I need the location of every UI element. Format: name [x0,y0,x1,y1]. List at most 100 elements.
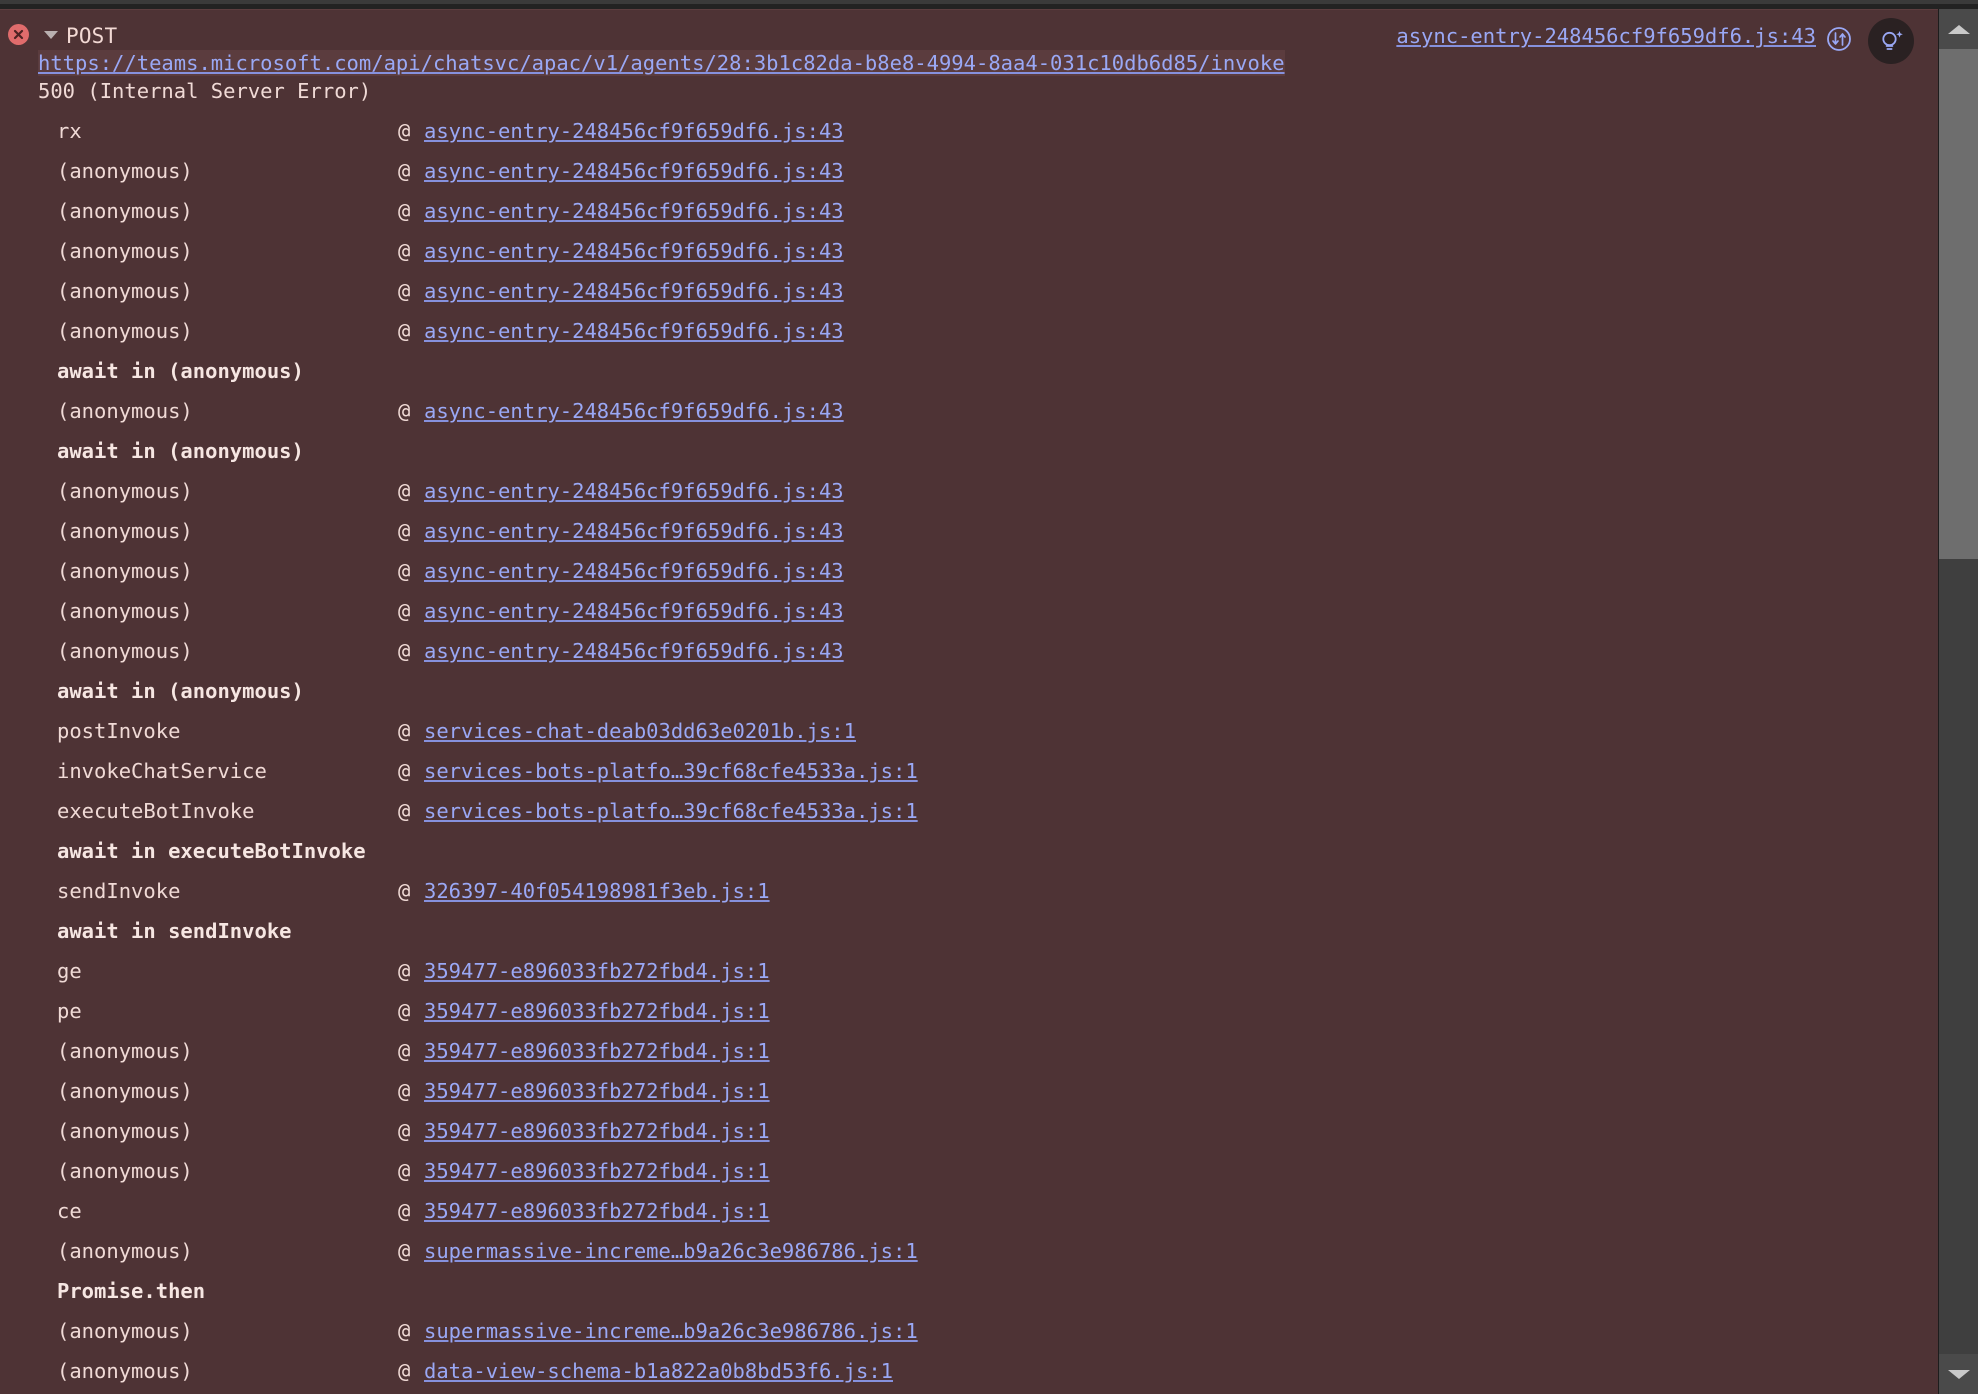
stack-frame-row: (anonymous) @ data-view-schema-b1a822a0b8b… [0,1351,1938,1391]
request-url-link[interactable]: https://teams.microsoft.com/api/chatsvc/… [38,50,1285,76]
stack-frame-source-link[interactable]: async-entry-248456cf9f659df6.js:43 [424,591,844,631]
stack-frame-source-link[interactable]: async-entry-248456cf9f659df6.js:43 [424,471,844,511]
response-status-text: 500 (Internal Server Error) [38,79,372,103]
scroll-up-arrow-icon[interactable] [1939,9,1978,49]
stack-frame-row: ge @359477-e896033fb272fbd4.js:1 [0,951,1938,991]
at-symbol: @ [398,1159,411,1183]
at-symbol: @ [398,319,411,343]
console-scrollbar[interactable] [1938,9,1978,1394]
triangle-down-icon[interactable] [44,31,58,39]
stack-frame-function: (anonymous) [57,1039,193,1063]
stack-frame-function: Promise.then [57,1279,206,1303]
stack-async-boundary: await in (anonymous) [0,431,1938,471]
stack-trace-list: rx @ async-entry-248456cf9f659df6.js:43 (an… [0,111,1938,1391]
at-symbol: @ [398,479,411,503]
stack-frame-row: (anonymous) @ async-entry-248456cf9f659df6… [0,191,1938,231]
stack-frame-source-link[interactable]: 326397-40f054198981f3eb.js:1 [424,871,770,911]
at-symbol: @ [398,1359,411,1383]
at-symbol: @ [398,1319,411,1343]
stack-frame-source-link[interactable]: 359477-e896033fb272fbd4.js:1 [424,1151,770,1191]
stack-frame-row: rx @ async-entry-248456cf9f659df6.js:43 [0,111,1938,151]
stack-frame-row: postInvoke @ services-chat-deab03dd63e0201… [0,711,1938,751]
stack-frame-row: (anonymous) @ async-entry-248456cf9f659df6… [0,311,1938,351]
error-origin-source-link[interactable]: async-entry-248456cf9f659df6.js:43 [1396,23,1816,49]
stack-frame-source-link[interactable]: async-entry-248456cf9f659df6.js:43 [424,311,844,351]
error-circle-x-icon [8,24,29,45]
stack-frame-row: (anonymous) @ async-entry-248456cf9f659df6… [0,511,1938,551]
stack-async-boundary: await in (anonymous) [0,351,1938,391]
stack-frame-source-link[interactable]: async-entry-248456cf9f659df6.js:43 [424,511,844,551]
stack-frame-source-link[interactable]: services-chat-deab03dd63e0201b.js:1 [424,711,856,751]
at-symbol: @ [398,959,411,983]
at-symbol: @ [398,1199,411,1223]
network-request-icon[interactable] [1826,26,1852,52]
stack-frame-function: (anonymous) [57,399,193,423]
stack-async-boundary: Promise.then [0,1271,1938,1311]
stack-frame-row: (anonymous) @ async-entry-248456cf9f659df6… [0,391,1938,431]
console-error-message: POST https://teams.microsoft.com/api/cha… [0,9,1938,1394]
stack-frame-function: (anonymous) [57,199,193,223]
stack-frame-function: (anonymous) [57,319,193,343]
stack-frame-function: ce [57,1199,82,1223]
stack-frame-source-link[interactable]: 359477-e896033fb272fbd4.js:1 [424,991,770,1031]
stack-frame-source-link[interactable]: data-view-schema-b1a822a0b8bd53f6.js:1 [424,1351,893,1391]
stack-frame-function: (anonymous) [57,479,193,503]
at-symbol: @ [398,759,411,783]
stack-frame-source-link[interactable]: services-bots-platfo…39cf68cfe4533a.js:1 [424,751,918,791]
stack-frame-function: await in executeBotInvoke [57,839,366,863]
stack-frame-row: (anonymous) @ async-entry-248456cf9f659df6… [0,231,1938,271]
stack-frame-row: ce @359477-e896033fb272fbd4.js:1 [0,1191,1938,1231]
at-symbol: @ [398,719,411,743]
stack-frame-source-link[interactable]: async-entry-248456cf9f659df6.js:43 [424,231,844,271]
stack-frame-function: (anonymous) [57,1319,193,1343]
ai-lightbulb-icon[interactable] [1868,18,1914,64]
stack-frame-function: (anonymous) [57,639,193,663]
stack-frame-function: (anonymous) [57,159,193,183]
stack-frame-source-link[interactable]: async-entry-248456cf9f659df6.js:43 [424,551,844,591]
stack-frame-source-link[interactable]: async-entry-248456cf9f659df6.js:43 [424,151,844,191]
stack-frame-function: await in (anonymous) [57,439,304,463]
stack-frame-row: (anonymous) @ async-entry-248456cf9f659df6… [0,591,1938,631]
stack-frame-function: sendInvoke [57,879,181,903]
stack-frame-function: (anonymous) [57,599,193,623]
stack-frame-function: ge [57,959,82,983]
stack-frame-source-link[interactable]: 359477-e896033fb272fbd4.js:1 [424,1031,770,1071]
at-symbol: @ [398,559,411,583]
stack-frame-function: await in sendInvoke [57,919,292,943]
at-symbol: @ [398,159,411,183]
stack-frame-row: pe @359477-e896033fb272fbd4.js:1 [0,991,1938,1031]
stack-frame-source-link[interactable]: 359477-e896033fb272fbd4.js:1 [424,1111,770,1151]
stack-frame-row: (anonymous) @ async-entry-248456cf9f659df6… [0,631,1938,671]
stack-frame-function: (anonymous) [57,1359,193,1383]
stack-frame-row: (anonymous) @ supermassive-increme…b9a26c3… [0,1231,1938,1271]
stack-frame-row: executeBotInvoke @ services-bots-platfo…39… [0,791,1938,831]
stack-frame-row: (anonymous) @359477-e896033fb272fbd4.js:1 [0,1071,1938,1111]
stack-frame-function: (anonymous) [57,1239,193,1263]
stack-frame-source-link[interactable]: services-bots-platfo…39cf68cfe4533a.js:1 [424,791,918,831]
stack-frame-function: (anonymous) [57,519,193,543]
stack-frame-source-link[interactable]: supermassive-increme…b9a26c3e986786.js:1 [424,1311,918,1351]
stack-async-boundary: await in executeBotInvoke [0,831,1938,871]
stack-frame-function: (anonymous) [57,1079,193,1103]
scrollbar-track[interactable] [1939,49,1978,1354]
stack-frame-row: (anonymous) @ supermassive-increme…b9a26c3… [0,1311,1938,1351]
stack-frame-source-link[interactable]: 359477-e896033fb272fbd4.js:1 [424,1071,770,1111]
devtools-console-panel: POST https://teams.microsoft.com/api/cha… [0,0,1978,1394]
stack-frame-function: (anonymous) [57,239,193,263]
stack-frame-function: invokeChatService [57,759,267,783]
at-symbol: @ [398,199,411,223]
stack-frame-source-link[interactable]: supermassive-increme…b9a26c3e986786.js:1 [424,1231,918,1271]
stack-frame-row: (anonymous) @359477-e896033fb272fbd4.js:1 [0,1111,1938,1151]
stack-frame-source-link[interactable]: async-entry-248456cf9f659df6.js:43 [424,191,844,231]
stack-frame-source-link[interactable]: async-entry-248456cf9f659df6.js:43 [424,111,844,151]
scroll-down-arrow-icon[interactable] [1939,1354,1978,1394]
stack-frame-function: await in (anonymous) [57,679,304,703]
stack-frame-source-link[interactable]: 359477-e896033fb272fbd4.js:1 [424,1191,770,1231]
stack-frame-source-link[interactable]: 359477-e896033fb272fbd4.js:1 [424,951,770,991]
stack-frame-source-link[interactable]: async-entry-248456cf9f659df6.js:43 [424,631,844,671]
stack-async-boundary: await in sendInvoke [0,911,1938,951]
stack-frame-source-link[interactable]: async-entry-248456cf9f659df6.js:43 [424,391,844,431]
stack-frame-function: (anonymous) [57,559,193,583]
scrollbar-thumb[interactable] [1939,49,1978,559]
stack-frame-source-link[interactable]: async-entry-248456cf9f659df6.js:43 [424,271,844,311]
